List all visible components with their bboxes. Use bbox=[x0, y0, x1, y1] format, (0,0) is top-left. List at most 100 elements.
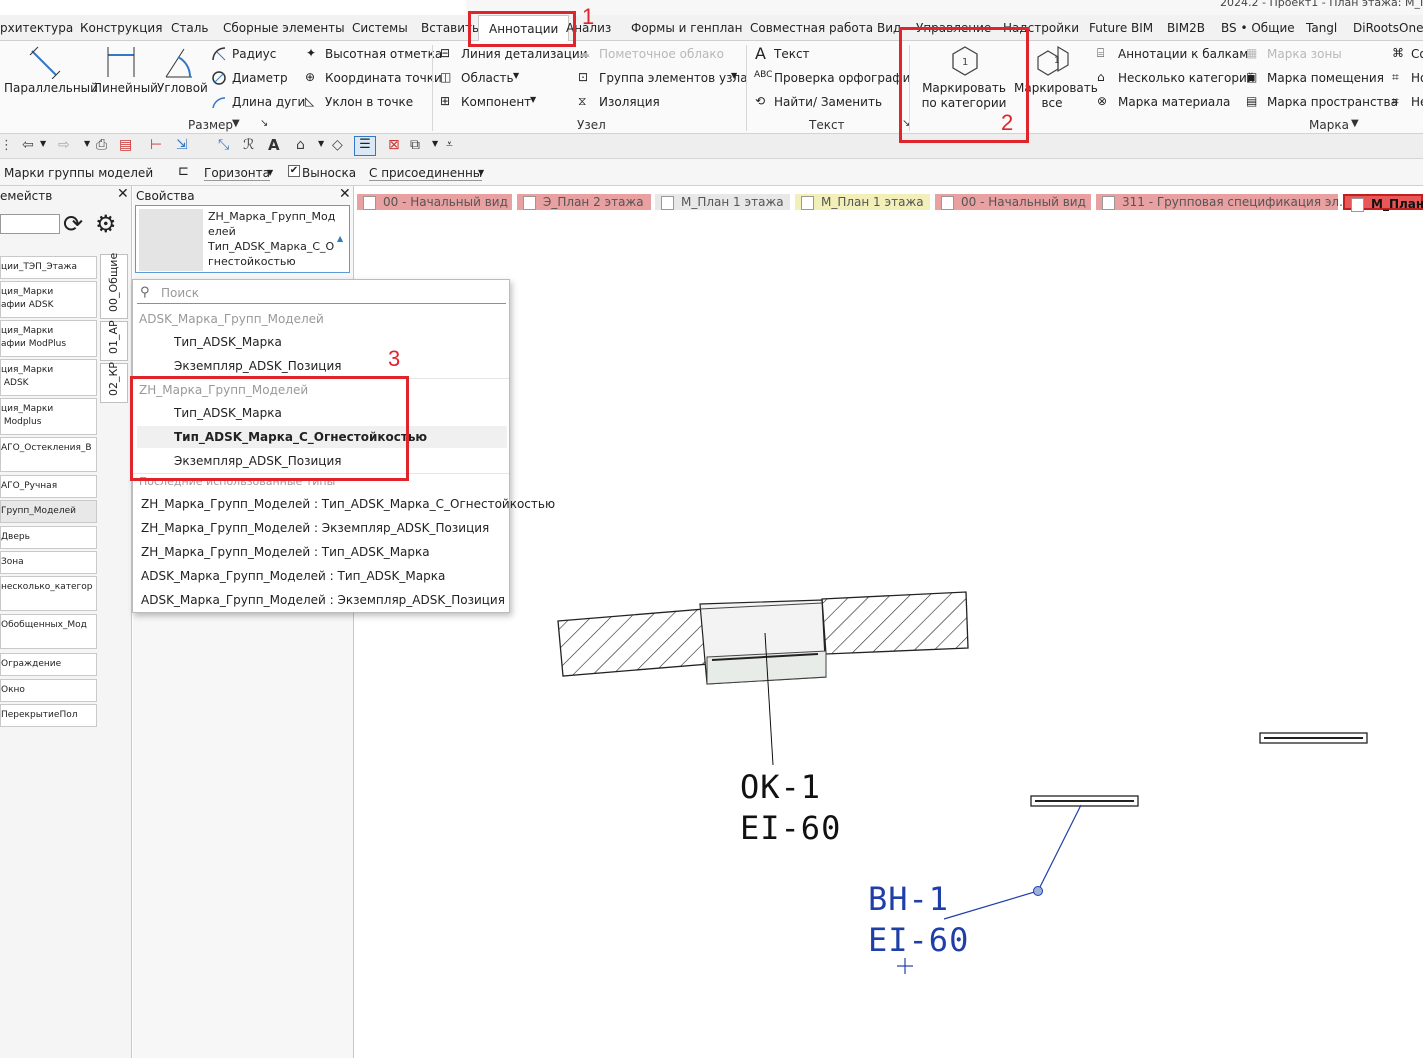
spot-elevation-button[interactable]: Высотная отметка bbox=[325, 47, 442, 61]
tab-structure[interactable]: Конструкция bbox=[80, 21, 162, 35]
windows-dropdown-icon[interactable]: ▼ bbox=[432, 139, 438, 148]
type-list-item[interactable]: Тип_ADSK_Марка bbox=[174, 335, 282, 349]
tag-group-label[interactable]: Марка bbox=[1309, 118, 1349, 132]
customize-qat-icon[interactable]: ⩡ bbox=[446, 137, 453, 152]
tab-systems[interactable]: Системы bbox=[352, 21, 408, 35]
door-element-middle[interactable] bbox=[1030, 795, 1139, 807]
attached-end-dropdown-icon[interactable]: ▼ bbox=[478, 168, 484, 177]
tab-02-kr[interactable]: 02_КР bbox=[100, 362, 128, 403]
tab-bim2b[interactable]: BIM2B bbox=[1167, 21, 1205, 35]
material-tag-button[interactable]: Марка материала bbox=[1118, 95, 1230, 109]
tag-qat-icon[interactable]: ⤡ bbox=[218, 137, 229, 153]
tag-group-dropdown-icon[interactable]: ▼ bbox=[1351, 118, 1359, 129]
aligned-dim-qat-icon[interactable]: ⇲ bbox=[176, 137, 188, 153]
insulation-button[interactable]: Изоляция bbox=[599, 95, 660, 109]
component-button[interactable]: Компонент bbox=[461, 95, 531, 109]
measure-icon[interactable]: ⊢ bbox=[150, 137, 162, 153]
section-icon[interactable]: ◇ bbox=[332, 137, 343, 153]
dimension-group-dropdown-icon[interactable]: ▼ bbox=[232, 118, 240, 129]
room-tag-button[interactable]: Марка помещения bbox=[1267, 71, 1384, 85]
wall-right[interactable] bbox=[821, 591, 969, 655]
refresh-icon[interactable]: ⟳ bbox=[63, 212, 83, 236]
tab-diroots[interactable]: DiRootsOne bbox=[1353, 21, 1423, 35]
dimension-group-launcher-icon[interactable]: ↘ bbox=[260, 118, 268, 129]
list-item[interactable]: Групп_Моделей bbox=[0, 500, 97, 523]
multi-category-tag-button[interactable]: Несколько категорий bbox=[1118, 71, 1255, 85]
type-search-input[interactable]: Поиск bbox=[137, 284, 506, 304]
leader-grip-icon[interactable] bbox=[1033, 886, 1043, 896]
list-item[interactable]: ции_ТЭП_Этажа bbox=[0, 256, 97, 279]
area-tag-button[interactable]: Марка зоны bbox=[1267, 47, 1342, 61]
spot-slope-button[interactable]: Уклон в точке bbox=[325, 95, 413, 109]
detail-line-button[interactable]: Линия детализации bbox=[461, 47, 588, 61]
recent-type-item[interactable]: ZH_Марка_Групп_Моделей : Экземпляр_ADSK_… bbox=[141, 521, 489, 535]
window-element[interactable] bbox=[699, 599, 827, 685]
reload-search-icon[interactable]: ⚙ bbox=[95, 212, 117, 236]
tab-architecture[interactable]: рхитектура bbox=[0, 21, 73, 35]
more-tag-button-1[interactable]: Co bbox=[1411, 47, 1423, 61]
list-item[interactable]: Ограждение bbox=[0, 653, 97, 676]
list-item[interactable]: АГО_Остекления_В bbox=[0, 437, 97, 472]
text-qat-icon[interactable]: A bbox=[268, 136, 280, 154]
detail-group-dropdown-icon[interactable]: ▼ bbox=[731, 71, 737, 80]
undo-icon[interactable]: ⇦ bbox=[22, 137, 34, 153]
component-dropdown-icon[interactable]: ▼ bbox=[530, 95, 536, 104]
sheet-icon[interactable]: ▤ bbox=[119, 137, 132, 153]
tab-00-general[interactable]: 00_Общие bbox=[100, 253, 128, 319]
tag-label-bh1[interactable]: BH-1 EI-60 bbox=[868, 880, 969, 959]
type-selector[interactable]: ZH_Марка_Групп_Моделей Тип_ADSK_Марка_С_… bbox=[135, 205, 350, 273]
view-tab[interactable]: 00 - Начальный вид bbox=[935, 194, 1091, 210]
recent-type-item[interactable]: ADSK_Марка_Групп_Моделей : Тип_ADSK_Марк… bbox=[141, 569, 445, 583]
recent-type-item[interactable]: ZH_Марка_Групп_Моделей : Тип_ADSK_Марка_… bbox=[141, 497, 555, 511]
orientation-select[interactable]: Горизонта bbox=[204, 166, 270, 181]
door-element-right[interactable] bbox=[1259, 732, 1368, 744]
type-list-item[interactable]: Экземпляр_ADSK_Позиция bbox=[174, 359, 341, 373]
view-tab[interactable]: М_План 1 этажа bbox=[795, 194, 930, 210]
view-tab[interactable]: М_План 1 этажа bbox=[655, 194, 790, 210]
thin-lines-icon[interactable]: ☰ bbox=[354, 136, 376, 156]
print-icon[interactable]: ⎙ bbox=[96, 137, 107, 153]
tab-steel[interactable]: Сталь bbox=[171, 21, 208, 35]
chevron-up-icon[interactable]: ▲ bbox=[337, 234, 343, 243]
redo-dropdown-icon[interactable]: ▼ bbox=[84, 139, 90, 148]
close-icon[interactable]: ✕ bbox=[339, 186, 351, 202]
orientation-dropdown-icon[interactable]: ▼ bbox=[267, 168, 273, 177]
list-item[interactable]: ция_Марки ADSK bbox=[0, 359, 97, 396]
region-dropdown-icon[interactable]: ▼ bbox=[513, 71, 519, 80]
tab-massing-site[interactable]: Формы и генплан bbox=[631, 21, 743, 35]
family-search-input[interactable] bbox=[0, 214, 60, 234]
aligned-dimension-button[interactable]: Параллельный bbox=[4, 81, 98, 95]
attached-end-select[interactable]: С присоединенны bbox=[369, 166, 483, 181]
list-item[interactable]: Зона bbox=[0, 551, 97, 574]
tab-tangl[interactable]: Tangl bbox=[1306, 21, 1337, 35]
list-item[interactable]: ПерекрытиеПол bbox=[0, 704, 97, 727]
tab-01-ar[interactable]: 01_АР bbox=[100, 320, 128, 361]
tab-precast[interactable]: Сборные элементы bbox=[223, 21, 345, 35]
detail-group-button[interactable]: Группа элементов узла bbox=[599, 71, 748, 85]
tag-label-ok1[interactable]: OK-1 EI-60 bbox=[740, 768, 841, 847]
angular-dimension-button[interactable]: Угловой bbox=[157, 81, 208, 95]
view-tab[interactable]: Э_План 2 этажа bbox=[517, 194, 651, 210]
arc-length-button[interactable]: Длина дуги bbox=[232, 95, 305, 109]
radius-dimension-button[interactable]: Радиус bbox=[232, 47, 276, 61]
list-item[interactable]: ция_Марки афии ADSK bbox=[0, 281, 97, 318]
recent-type-item[interactable]: ZH_Марка_Групп_Моделей : Тип_ADSK_Марка bbox=[141, 545, 430, 559]
beam-annotations-button[interactable]: Аннотации к балкам bbox=[1118, 47, 1248, 61]
more-tag-button-3[interactable]: Не bbox=[1411, 95, 1423, 109]
view-tab[interactable]: 311 - Групповая спецификация эл... bbox=[1096, 194, 1351, 210]
spot-coordinate-button[interactable]: Координата точки bbox=[325, 71, 442, 85]
space-tag-button[interactable]: Марка пространства bbox=[1267, 95, 1398, 109]
tab-future-bim[interactable]: Future BIM bbox=[1089, 21, 1153, 35]
spelling-button[interactable]: Проверка орфографи bbox=[774, 71, 910, 85]
spot-qat-icon[interactable]: ℛ bbox=[243, 137, 254, 153]
find-replace-button[interactable]: Найти/ Заменить bbox=[774, 95, 882, 109]
undo-dropdown-icon[interactable]: ▼ bbox=[40, 139, 46, 148]
list-item[interactable]: несколько_категор bbox=[0, 576, 97, 611]
list-item[interactable]: АГО_Ручная bbox=[0, 475, 97, 498]
view-dropdown-icon[interactable]: ▼ bbox=[318, 139, 324, 148]
list-item[interactable]: Окно bbox=[0, 679, 97, 702]
linear-dimension-button[interactable]: Линейный bbox=[93, 81, 158, 95]
list-item[interactable]: ция_Марки Modplus bbox=[0, 398, 97, 435]
list-item[interactable]: Обобщенных_Мод bbox=[0, 614, 97, 649]
recent-type-item[interactable]: ADSK_Марка_Групп_Моделей : Экземпляр_ADS… bbox=[141, 593, 505, 607]
